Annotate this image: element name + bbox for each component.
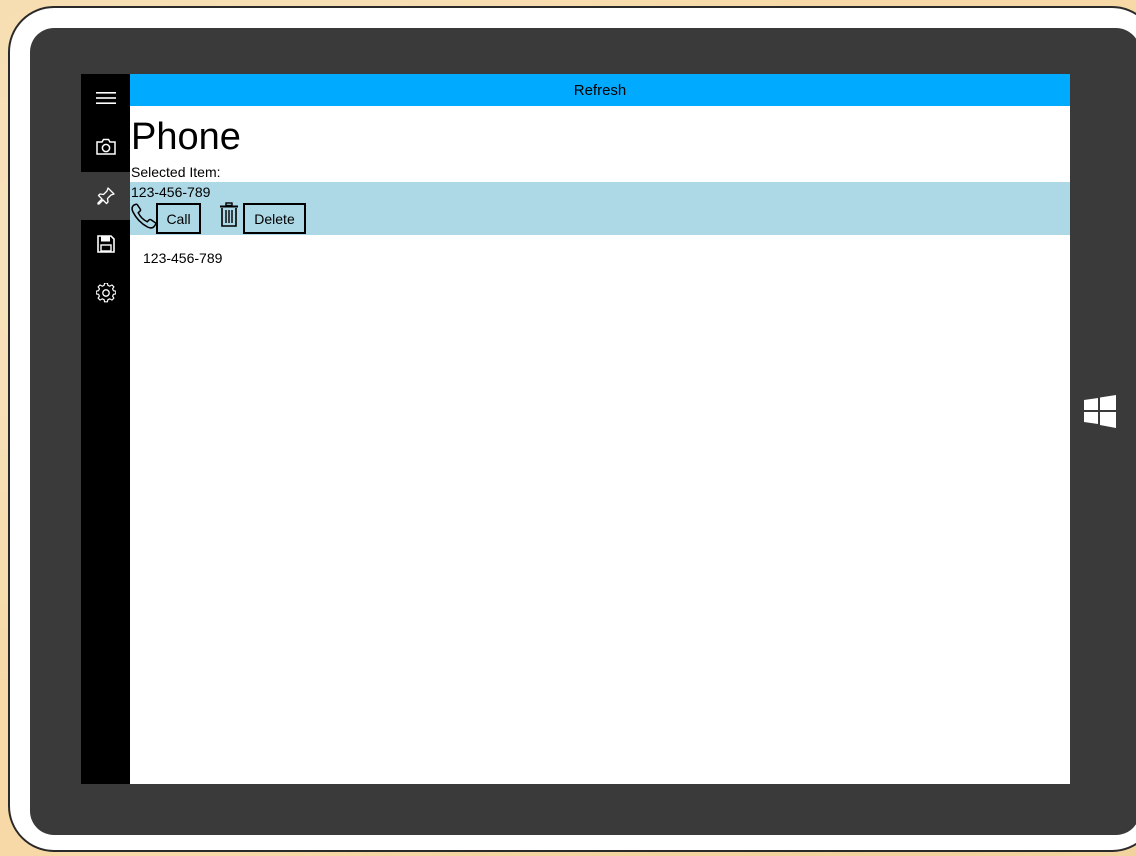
camera-icon (95, 138, 116, 155)
phone-list: 123-456-789 (130, 244, 1070, 272)
call-button[interactable]: Call (156, 203, 201, 234)
page-title: Phone (131, 116, 241, 158)
gear-icon (95, 283, 116, 303)
selected-item-label: Selected Item: (131, 164, 221, 180)
trash-icon (220, 202, 238, 227)
phone-icon (131, 203, 157, 229)
hamburger-menu-icon (95, 92, 116, 104)
save-button[interactable] (81, 220, 130, 268)
settings-button[interactable] (81, 269, 130, 317)
selected-item-row: 123-456-789 Call Delete (130, 182, 1070, 235)
selected-item-number: 123-456-789 (131, 184, 211, 200)
delete-button[interactable]: Delete (243, 203, 306, 234)
side-rail (81, 74, 130, 784)
pin-button[interactable] (81, 172, 130, 220)
save-icon (96, 235, 115, 253)
windows-logo-icon[interactable] (1082, 394, 1118, 430)
camera-button[interactable] (81, 123, 130, 171)
list-item-number: 123-456-789 (143, 250, 223, 266)
refresh-button[interactable]: Refresh (130, 74, 1070, 106)
hamburger-menu-button[interactable] (81, 74, 130, 122)
app-screen: Refresh Phone Selected Item: 123-456-789… (81, 74, 1070, 784)
list-item[interactable]: 123-456-789 (130, 244, 1070, 272)
pin-icon (96, 187, 115, 205)
main-content: Refresh Phone Selected Item: 123-456-789… (130, 74, 1070, 784)
